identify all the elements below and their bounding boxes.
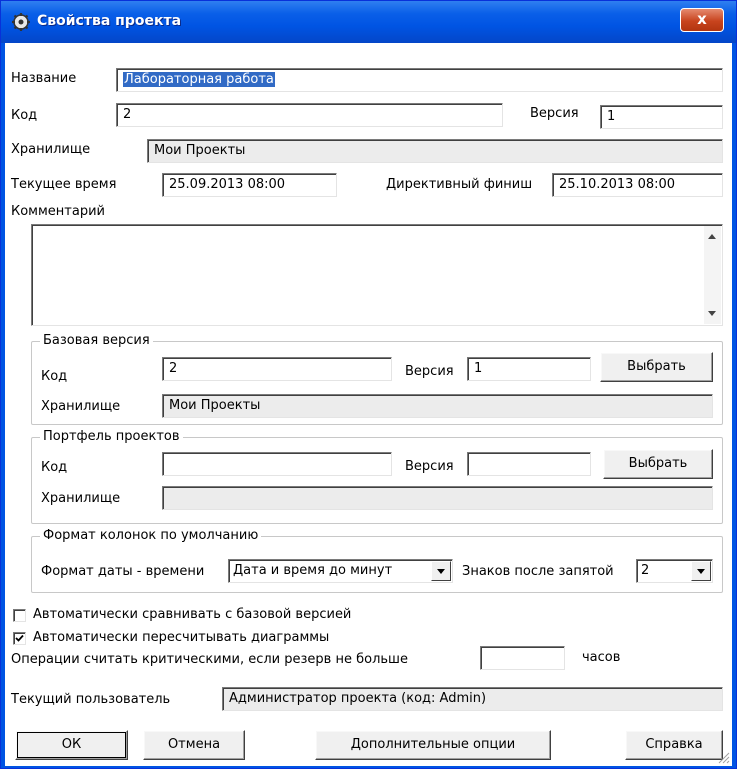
project-properties-dialog: Свойства проекта x Название Лабораторная… bbox=[0, 0, 737, 769]
portfolio-select-button[interactable]: Выбрать bbox=[603, 449, 713, 479]
version-field[interactable]: 1 bbox=[600, 105, 723, 129]
current-user-field: Администратор проекта (код: Admin) bbox=[222, 687, 723, 711]
portfolio-title: Портфель проектов bbox=[40, 429, 183, 445]
comment-scrollbar[interactable] bbox=[704, 226, 721, 324]
storage-label: Хранилище bbox=[11, 142, 91, 157]
decimals-select[interactable]: 2 bbox=[636, 559, 713, 583]
chevron-down-icon bbox=[697, 569, 705, 574]
more-options-button[interactable]: Дополнительные опции bbox=[315, 730, 551, 760]
close-button[interactable]: x bbox=[680, 8, 724, 32]
dropdown-button[interactable] bbox=[691, 561, 711, 581]
datetime-format-label: Формат даты - времени bbox=[41, 564, 205, 579]
current-time-field[interactable]: 25.09.2013 08:00 bbox=[162, 173, 337, 197]
portfolio-version-field[interactable] bbox=[467, 452, 591, 476]
auto-compare-label: Автоматически сравнивать с базовой верси… bbox=[33, 607, 352, 622]
code-label: Код bbox=[11, 108, 38, 123]
portfolio-code-field[interactable] bbox=[162, 452, 392, 476]
auto-recalc-checkbox[interactable] bbox=[13, 632, 26, 645]
deadline-label: Директивный финиш bbox=[386, 177, 533, 192]
comment-label: Комментарий bbox=[11, 204, 105, 219]
code-field[interactable]: 2 bbox=[116, 103, 503, 127]
scroll-down-arrow-icon[interactable] bbox=[708, 311, 716, 316]
portfolio-version-label: Версия bbox=[405, 459, 454, 474]
checkmark-icon bbox=[15, 634, 24, 642]
column-format-title: Формат колонок по умолчанию bbox=[40, 528, 262, 544]
portfolio-storage-label: Хранилище bbox=[41, 491, 121, 506]
storage-field: Мои Проекты bbox=[147, 139, 723, 163]
base-storage-label: Хранилище bbox=[41, 399, 121, 414]
base-code-label: Код bbox=[41, 369, 68, 384]
portfolio-code-label: Код bbox=[41, 460, 68, 475]
decimals-value: 2 bbox=[641, 563, 650, 578]
resize-grip-icon[interactable] bbox=[718, 752, 730, 764]
cancel-button[interactable]: Отмена bbox=[143, 730, 245, 760]
datetime-format-select[interactable]: Дата и время до минут bbox=[228, 559, 453, 583]
comment-textarea[interactable] bbox=[31, 224, 723, 326]
dialog-body: Название Лабораторная работа Код 2 Верси… bbox=[5, 43, 732, 766]
base-version-title: Базовая версия bbox=[40, 333, 153, 349]
ok-button[interactable]: ОК bbox=[15, 730, 128, 760]
version-label: Версия bbox=[530, 106, 579, 121]
base-version-field[interactable]: 1 bbox=[467, 357, 591, 381]
portfolio-storage-field bbox=[162, 486, 713, 510]
name-label: Название bbox=[11, 71, 77, 86]
current-time-label: Текущее время bbox=[11, 177, 117, 192]
critical-reserve-field[interactable] bbox=[480, 646, 565, 670]
critical-label: Операции считать критическими, если резе… bbox=[11, 652, 408, 667]
deadline-field[interactable]: 25.10.2013 08:00 bbox=[552, 173, 723, 197]
base-select-button[interactable]: Выбрать bbox=[600, 352, 713, 382]
gear-icon bbox=[12, 13, 30, 31]
dropdown-button[interactable] bbox=[431, 561, 451, 581]
auto-recalc-label: Автоматически пересчитывать диаграммы bbox=[33, 630, 330, 645]
name-value: Лабораторная работа bbox=[123, 72, 275, 87]
name-field[interactable]: Лабораторная работа bbox=[116, 68, 723, 92]
help-button[interactable]: Справка bbox=[625, 730, 723, 760]
base-storage-field: Мои Проекты bbox=[162, 394, 713, 418]
title-bar[interactable]: Свойства проекта x bbox=[1, 1, 736, 43]
chevron-down-icon bbox=[437, 569, 445, 574]
window-title: Свойства проекта bbox=[37, 13, 182, 29]
scroll-up-arrow-icon[interactable] bbox=[708, 234, 716, 239]
current-user-label: Текущий пользователь bbox=[11, 692, 171, 707]
auto-compare-checkbox[interactable] bbox=[13, 609, 26, 622]
hours-unit-label: часов bbox=[582, 650, 621, 665]
decimals-label: Знаков после запятой bbox=[462, 564, 614, 579]
base-code-field[interactable]: 2 bbox=[162, 357, 392, 381]
datetime-format-value: Дата и время до минут bbox=[233, 563, 393, 578]
base-version-label: Версия bbox=[405, 364, 454, 379]
close-icon: x bbox=[697, 10, 707, 28]
